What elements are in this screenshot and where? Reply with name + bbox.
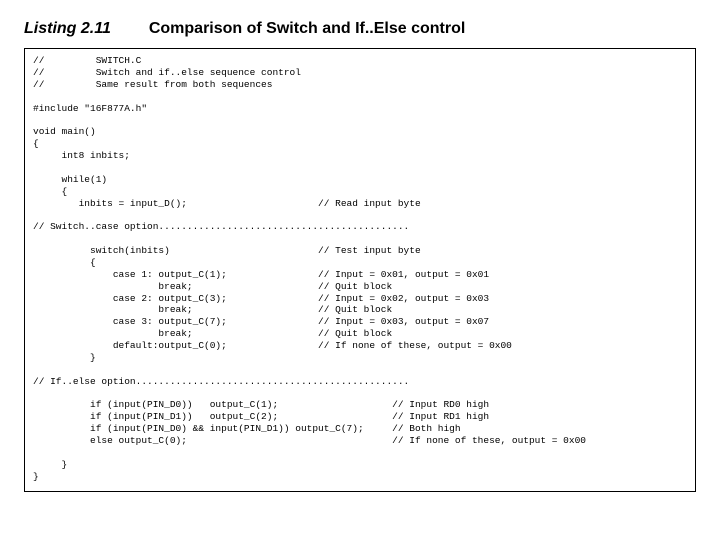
listing-number: Listing 2.11 xyxy=(24,20,111,38)
code-listing: // SWITCH.C // Switch and if..else seque… xyxy=(33,55,586,482)
code-listing-frame: // SWITCH.C // Switch and if..else seque… xyxy=(24,48,696,492)
listing-title: Comparison of Switch and If..Else contro… xyxy=(149,20,465,38)
listing-header: Listing 2.11 Comparison of Switch and If… xyxy=(24,20,696,38)
